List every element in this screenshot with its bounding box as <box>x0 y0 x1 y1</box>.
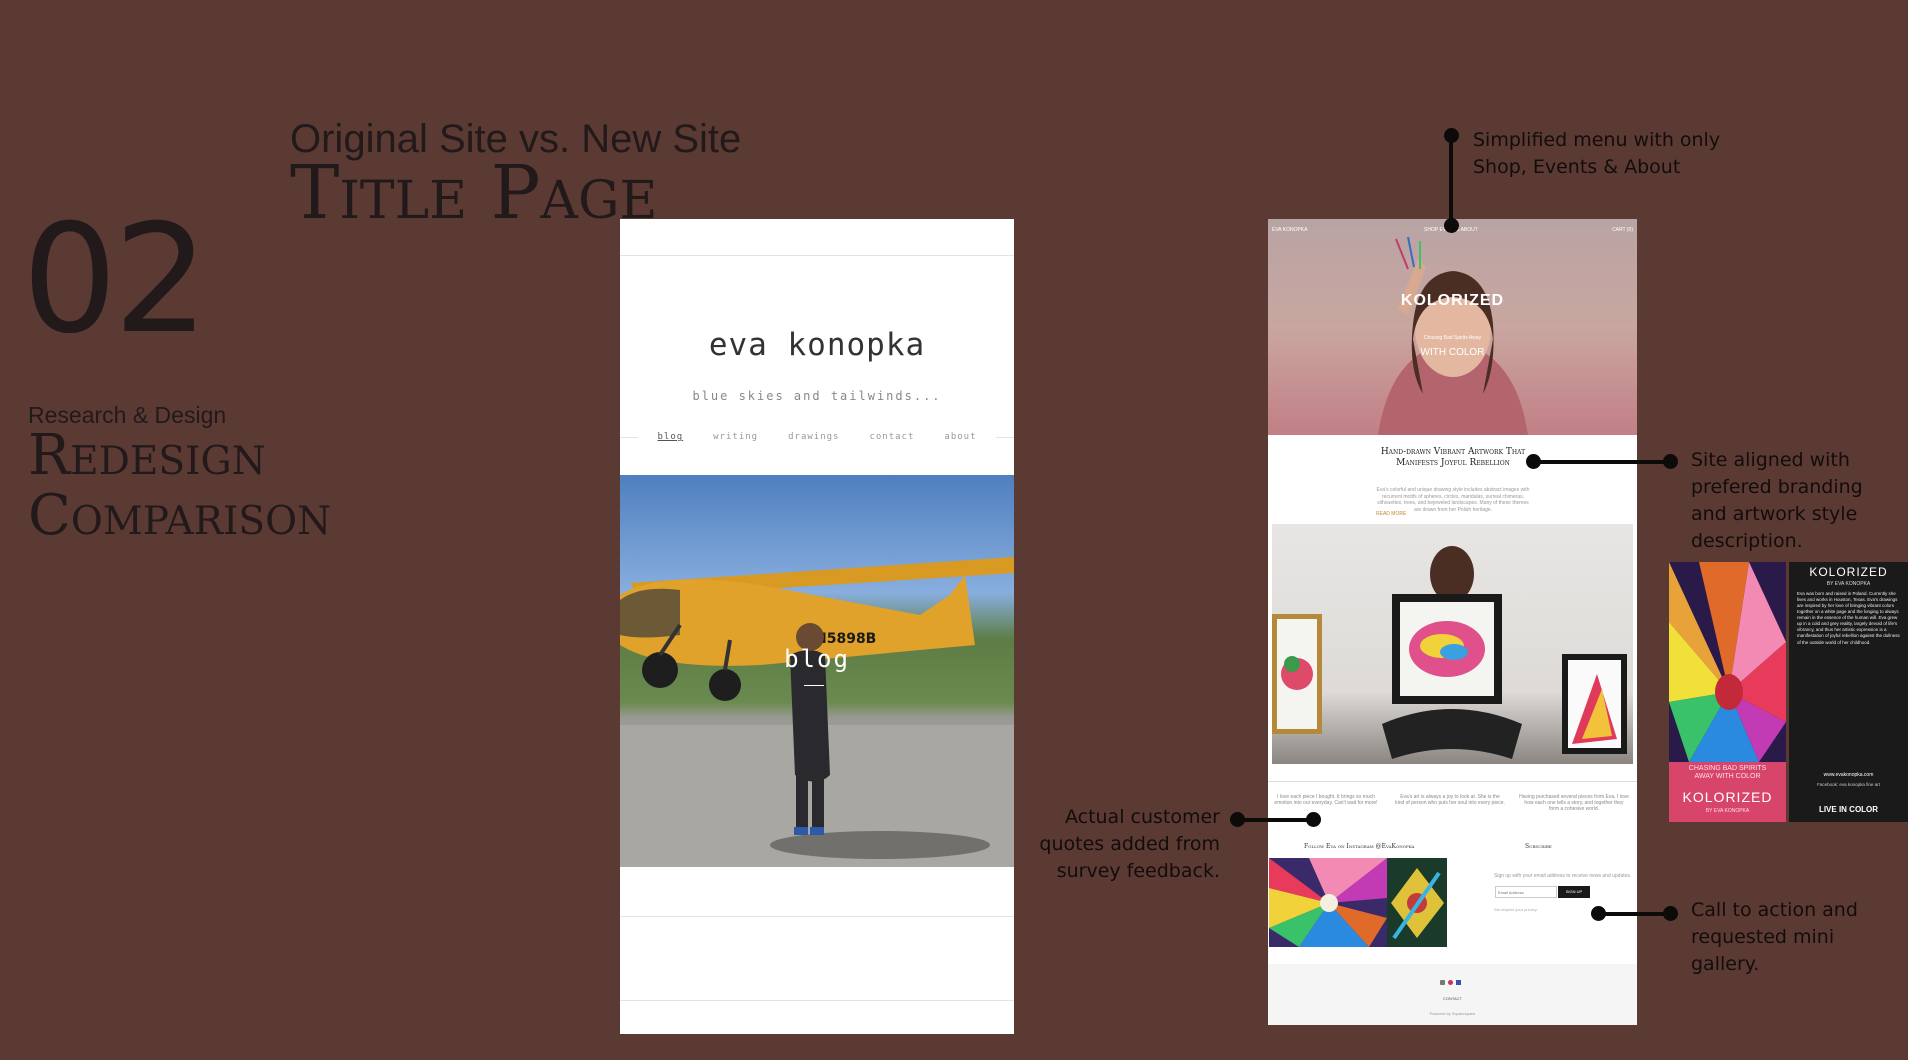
quote-2: Eva's art is always a joy to look at. Sh… <box>1395 794 1505 806</box>
callout-line-branding <box>1533 460 1673 464</box>
cart-link[interactable]: CART (0) <box>1612 227 1633 233</box>
book-cover: CHASING BAD SPIRITS AWAY WITH COLOR KOLO… <box>1669 562 1786 822</box>
book-website: www.evakonopka.com <box>1823 772 1874 778</box>
annotation-quotes: Actual customer quotes added from survey… <box>1039 806 1220 882</box>
book-back-cover: KOLORIZED BY EVA KONOPKA Eva was born an… <box>1789 562 1908 822</box>
customer-quotes: I love each piece I bought. It brings so… <box>1268 781 1637 812</box>
instagram-icon[interactable] <box>1448 980 1453 985</box>
book-back-byline: BY EVA KONOPKA <box>1826 581 1871 587</box>
callout-dot-quotes-left <box>1230 812 1245 827</box>
section-title-line2: Comparison <box>28 483 332 548</box>
callout-dot-quotes-right <box>1306 812 1321 827</box>
callout-dot-menu-top <box>1444 128 1459 143</box>
old-site-tagline: blue skies and tailwinds... <box>692 389 942 403</box>
book-back-title: KOLORIZED <box>1809 565 1888 579</box>
callout-dot-branding-left <box>1526 454 1541 469</box>
privacy-note: We respect your privacy. <box>1494 907 1538 912</box>
callout-dot-cta-left <box>1591 906 1606 921</box>
book-live-in-color: LIVE IN COLOR <box>1818 805 1879 814</box>
site-footer: CONTACT Powered by Squarespace <box>1268 964 1637 1025</box>
new-site-screenshot: EVA KONOPKA SHOP EVENTS ABOUT CART (0) K… <box>1268 219 1637 1025</box>
old-photo-label: blog <box>784 645 850 673</box>
annotation-cta: Call to action and requested mini galler… <box>1691 899 1858 975</box>
book-cover-tagline: CHASING BAD SPIRITS AWAY WITH COLOR <box>1688 765 1767 781</box>
divider <box>620 916 1014 917</box>
old-nav-writing[interactable]: writing <box>713 432 758 442</box>
instagram-heading: Follow Eva on Instagram @EvaKonopka <box>1304 843 1415 850</box>
artwork-description: Eva's colorful and unique drawing style … <box>1376 487 1530 513</box>
hero-title: KOLORIZED <box>1400 292 1505 309</box>
email-icon[interactable] <box>1440 980 1445 985</box>
subscribe-text: Sign up with your email address to recei… <box>1494 873 1632 879</box>
old-nav-blog[interactable]: blog <box>657 432 683 442</box>
label-underline <box>804 685 824 686</box>
artwork-headline: Hand-drawn Vibrant Artwork That Manifest… <box>1380 447 1526 468</box>
email-input[interactable] <box>1495 886 1557 898</box>
mini-gallery[interactable] <box>1269 858 1447 947</box>
book-back-text: Eva was born and raised in Poland. Curre… <box>1797 591 1900 645</box>
book-cover-art <box>1669 562 1786 822</box>
divider <box>620 1000 1014 1001</box>
signup-button[interactable]: SIGN UP <box>1558 886 1590 898</box>
callout-line-quotes <box>1237 818 1313 822</box>
hero-line2: WITH COLOR <box>1420 347 1485 358</box>
social-icons <box>1440 980 1461 985</box>
hero-portrait <box>1378 236 1528 435</box>
callout-dot-branding-right <box>1663 454 1678 469</box>
book-cover-title: KOLORIZED <box>1682 789 1773 805</box>
footer-contact-link[interactable]: CONTACT <box>1268 996 1637 1001</box>
original-site-screenshot: eva konopka blue skies and tailwinds... … <box>620 219 1014 1034</box>
old-site-nav: blog writing drawings contact about <box>620 432 1014 442</box>
slide-title: Title Page <box>290 150 658 236</box>
hero-line1: Chasing Bad Spirits Away <box>1423 335 1482 341</box>
callout-dot-cta-right <box>1663 906 1678 921</box>
read-more-link[interactable]: READ MORE <box>1376 511 1406 517</box>
artist-photo <box>1272 524 1633 764</box>
annotation-branding: Site aligned with prefered branding and … <box>1691 449 1863 552</box>
old-nav-contact[interactable]: contact <box>869 432 914 442</box>
hero-section: EVA KONOPKA SHOP EVENTS ABOUT CART (0) K… <box>1268 219 1637 435</box>
section-title-line1: Redesign <box>28 423 266 488</box>
gallery-artwork <box>1269 858 1447 947</box>
callout-dot-menu-bottom <box>1444 218 1459 233</box>
footer-powered-by: Powered by Squarespace <box>1429 1011 1476 1016</box>
old-nav-about[interactable]: about <box>944 432 976 442</box>
subscribe-heading: Subscribe <box>1525 843 1552 850</box>
quote-3: Having purchased several pieces from Eva… <box>1519 794 1629 812</box>
divider <box>620 255 1014 256</box>
callout-line-menu <box>1449 135 1453 225</box>
book-cover-byline: BY EVA KONOPKA <box>1705 808 1750 814</box>
slide-number: 02 <box>22 193 209 367</box>
book-social: Facebook: eva konopka fine art <box>1817 782 1880 787</box>
annotation-menu: Simplified menu with only Shop, Events &… <box>1473 129 1721 178</box>
facebook-icon[interactable] <box>1456 980 1461 985</box>
new-site-brand[interactable]: EVA KONOPKA <box>1272 227 1307 233</box>
quote-1: I love each piece I bought. It brings so… <box>1274 794 1378 806</box>
artist-holding-artwork <box>1272 546 1627 759</box>
old-nav-drawings[interactable]: drawings <box>788 432 839 442</box>
old-site-name: eva konopka <box>708 327 926 363</box>
